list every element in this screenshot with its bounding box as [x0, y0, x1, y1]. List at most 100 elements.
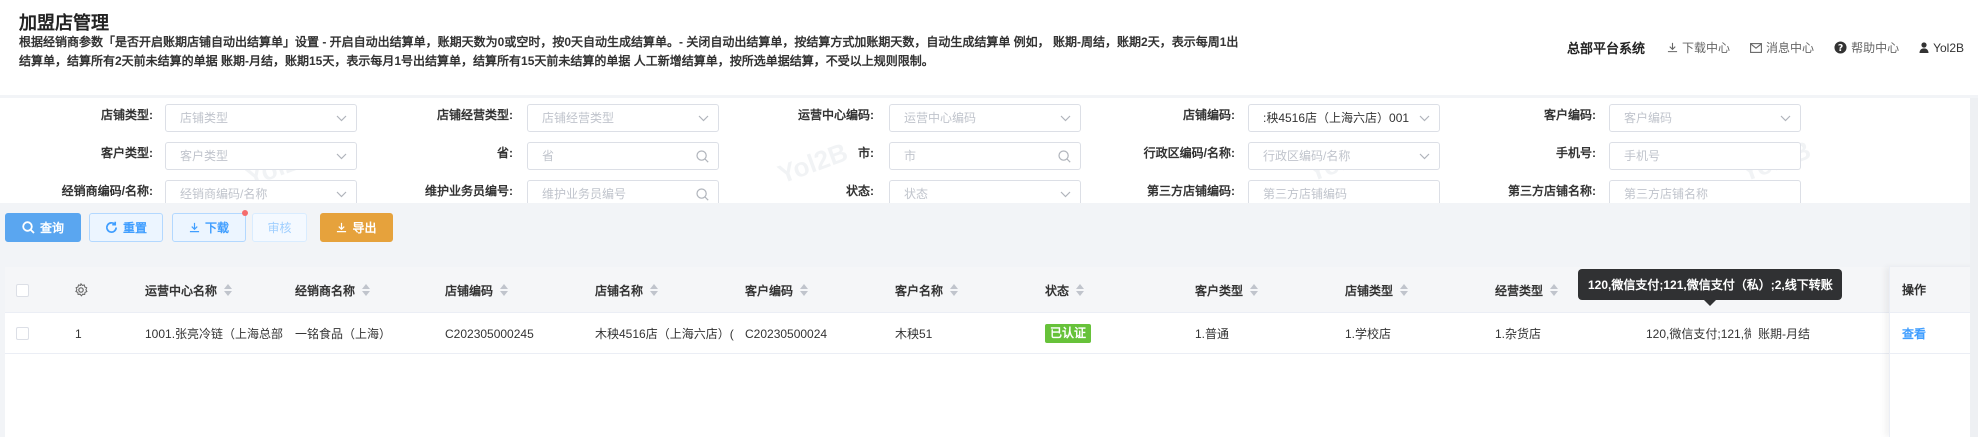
column-header-label: 店铺编码	[445, 283, 494, 298]
page-title: 加盟店管理	[19, 13, 109, 33]
store-code-label: 店铺编码:	[1183, 108, 1235, 122]
dealer-select[interactable]: 经销商编码/名称	[165, 180, 357, 203]
user-menu[interactable]: Yol2B	[1919, 41, 1964, 55]
username: Yol2B	[1933, 40, 1964, 55]
help-center-label: 帮助中心	[1851, 41, 1900, 55]
chevron-down-icon	[1060, 191, 1071, 197]
row-checkbox[interactable]	[16, 313, 29, 354]
payment-tooltip: 120,微信支付;121,微信支付（私）;2,线下转账	[1578, 269, 1842, 300]
sort-icon[interactable]	[650, 284, 659, 296]
action-cell: 查看	[1890, 313, 1978, 354]
column-header-label: 客户名称	[895, 283, 944, 298]
customer-code-select[interactable]: 客户编码	[1609, 104, 1801, 132]
ops-center-code-select[interactable]: 运营中心编码	[889, 104, 1081, 132]
download-icon	[189, 222, 200, 233]
column-header-dealer[interactable]: 经销商名称	[295, 267, 371, 313]
third-store-name-input[interactable]: 第三方店铺名称	[1609, 180, 1801, 203]
chevron-down-icon	[1060, 115, 1071, 121]
search-icon	[1058, 149, 1071, 163]
column-header-label: 经营类型	[1495, 283, 1544, 298]
district-select[interactable]: 行政区编码/名称	[1248, 142, 1440, 170]
store-business-type-label: 店铺经营类型:	[437, 108, 513, 122]
province-label: 省:	[497, 146, 513, 160]
cell-payment-method[interactable]: 120,微信支付;121,微信支付	[1646, 313, 1751, 354]
message-center-link[interactable]: 消息中心	[1750, 39, 1814, 56]
column-header-store-type[interactable]: 店铺类型	[1345, 267, 1409, 313]
notification-dot	[242, 210, 248, 216]
maintainer-input[interactable]: 维护业务员编号	[527, 180, 719, 203]
user-icon	[1919, 42, 1929, 53]
sort-icon[interactable]	[800, 284, 809, 296]
sort-icon[interactable]	[950, 284, 959, 296]
help-center-link[interactable]: ? 帮助中心	[1834, 39, 1899, 56]
column-header-business-type[interactable]: 经营类型	[1495, 267, 1559, 313]
cell-customer-name: 木秧51	[895, 327, 933, 341]
chevron-down-icon	[336, 153, 347, 159]
svg-text:?: ?	[1838, 43, 1843, 54]
column-header-customer-type[interactable]: 客户类型	[1195, 267, 1259, 313]
column-header-store-code[interactable]: 店铺编码	[445, 267, 509, 313]
search-icon	[22, 221, 35, 234]
download-button[interactable]: 下载	[172, 213, 246, 242]
district-label: 行政区编码/名称:	[1143, 146, 1235, 160]
phone-input[interactable]: 手机号	[1609, 142, 1801, 170]
customer-type-select[interactable]: 客户类型	[165, 142, 357, 170]
column-header-status[interactable]: 状态	[1045, 267, 1085, 313]
system-name: 总部平台系统	[1567, 41, 1646, 56]
mail-icon	[1750, 42, 1762, 53]
phone-label: 手机号:	[1556, 146, 1596, 160]
select-all-checkbox[interactable]	[16, 267, 29, 313]
view-link[interactable]: 查看	[1902, 325, 1926, 342]
ops-center-code-label: 运营中心编码:	[798, 108, 874, 122]
row-index: 1	[75, 326, 82, 341]
audit-button-label: 审核	[267, 221, 292, 235]
download-button-label: 下载	[204, 221, 229, 235]
query-button[interactable]: 查询	[5, 213, 81, 242]
sort-icon[interactable]	[1400, 284, 1409, 296]
column-header-label: 状态	[1045, 283, 1070, 298]
sort-icon[interactable]	[1250, 284, 1259, 296]
cell-ops-center: 1001.张亮冷链（上海总部	[145, 327, 284, 341]
refresh-icon	[106, 221, 117, 233]
city-input[interactable]: 市	[889, 142, 1081, 170]
action-column-header: 操作	[1890, 267, 1978, 313]
search-icon	[696, 187, 709, 201]
download-center-link[interactable]: 下载中心	[1667, 39, 1730, 56]
dealer-placeholder: 经销商编码/名称	[180, 187, 268, 201]
table-row[interactable]: 1 1001.张亮冷链（上海总部 一铭食品（上海） C202305000245 …	[5, 313, 1978, 354]
sort-icon[interactable]	[1550, 284, 1559, 296]
column-settings-button[interactable]	[74, 267, 88, 313]
column-header-customer-code[interactable]: 客户编码	[745, 267, 809, 313]
third-store-code-input[interactable]: 第三方店铺编码	[1248, 180, 1440, 203]
reset-button[interactable]: 重置	[89, 213, 163, 242]
chevron-down-icon	[698, 115, 709, 121]
sort-icon[interactable]	[500, 284, 509, 296]
audit-button[interactable]: 审核	[252, 213, 307, 242]
export-button[interactable]: 导出	[320, 213, 393, 242]
column-header-customer-name[interactable]: 客户名称	[895, 267, 959, 313]
chevron-down-icon	[1419, 115, 1430, 121]
cell-business-type: 1.杂货店	[1495, 327, 1542, 341]
page-scrollbar[interactable]	[1970, 98, 1978, 437]
sort-icon[interactable]	[224, 284, 233, 296]
message-center-label: 消息中心	[1766, 41, 1815, 55]
status-badge: 已认证	[1045, 324, 1092, 343]
store-code-value: :秧4516店（上海六店）001	[1263, 111, 1410, 125]
province-input[interactable]: 省	[527, 142, 719, 170]
dealer-label: 经销商编码/名称:	[61, 184, 153, 198]
store-business-type-select[interactable]: 店铺经营类型	[527, 104, 719, 132]
store-code-select[interactable]: :秧4516店（上海六店）001	[1248, 104, 1440, 132]
chevron-down-icon	[336, 115, 347, 121]
store-type-select[interactable]: 店铺类型	[165, 104, 357, 132]
column-header-ops-center[interactable]: 运营中心名称	[145, 267, 233, 313]
export-button-label: 导出	[352, 221, 377, 235]
district-placeholder: 行政区编码/名称	[1263, 149, 1351, 163]
status-select[interactable]: 状态	[889, 180, 1081, 203]
column-header-label: 客户类型	[1195, 283, 1244, 298]
sort-icon[interactable]	[1076, 284, 1085, 296]
cell-settlement-period: 账期-月结	[1758, 327, 1810, 341]
maintainer-placeholder: 维护业务员编号	[542, 187, 627, 201]
cell-store-type: 1.学校店	[1345, 327, 1392, 341]
sort-icon[interactable]	[362, 284, 371, 296]
column-header-store-name[interactable]: 店铺名称	[595, 267, 659, 313]
